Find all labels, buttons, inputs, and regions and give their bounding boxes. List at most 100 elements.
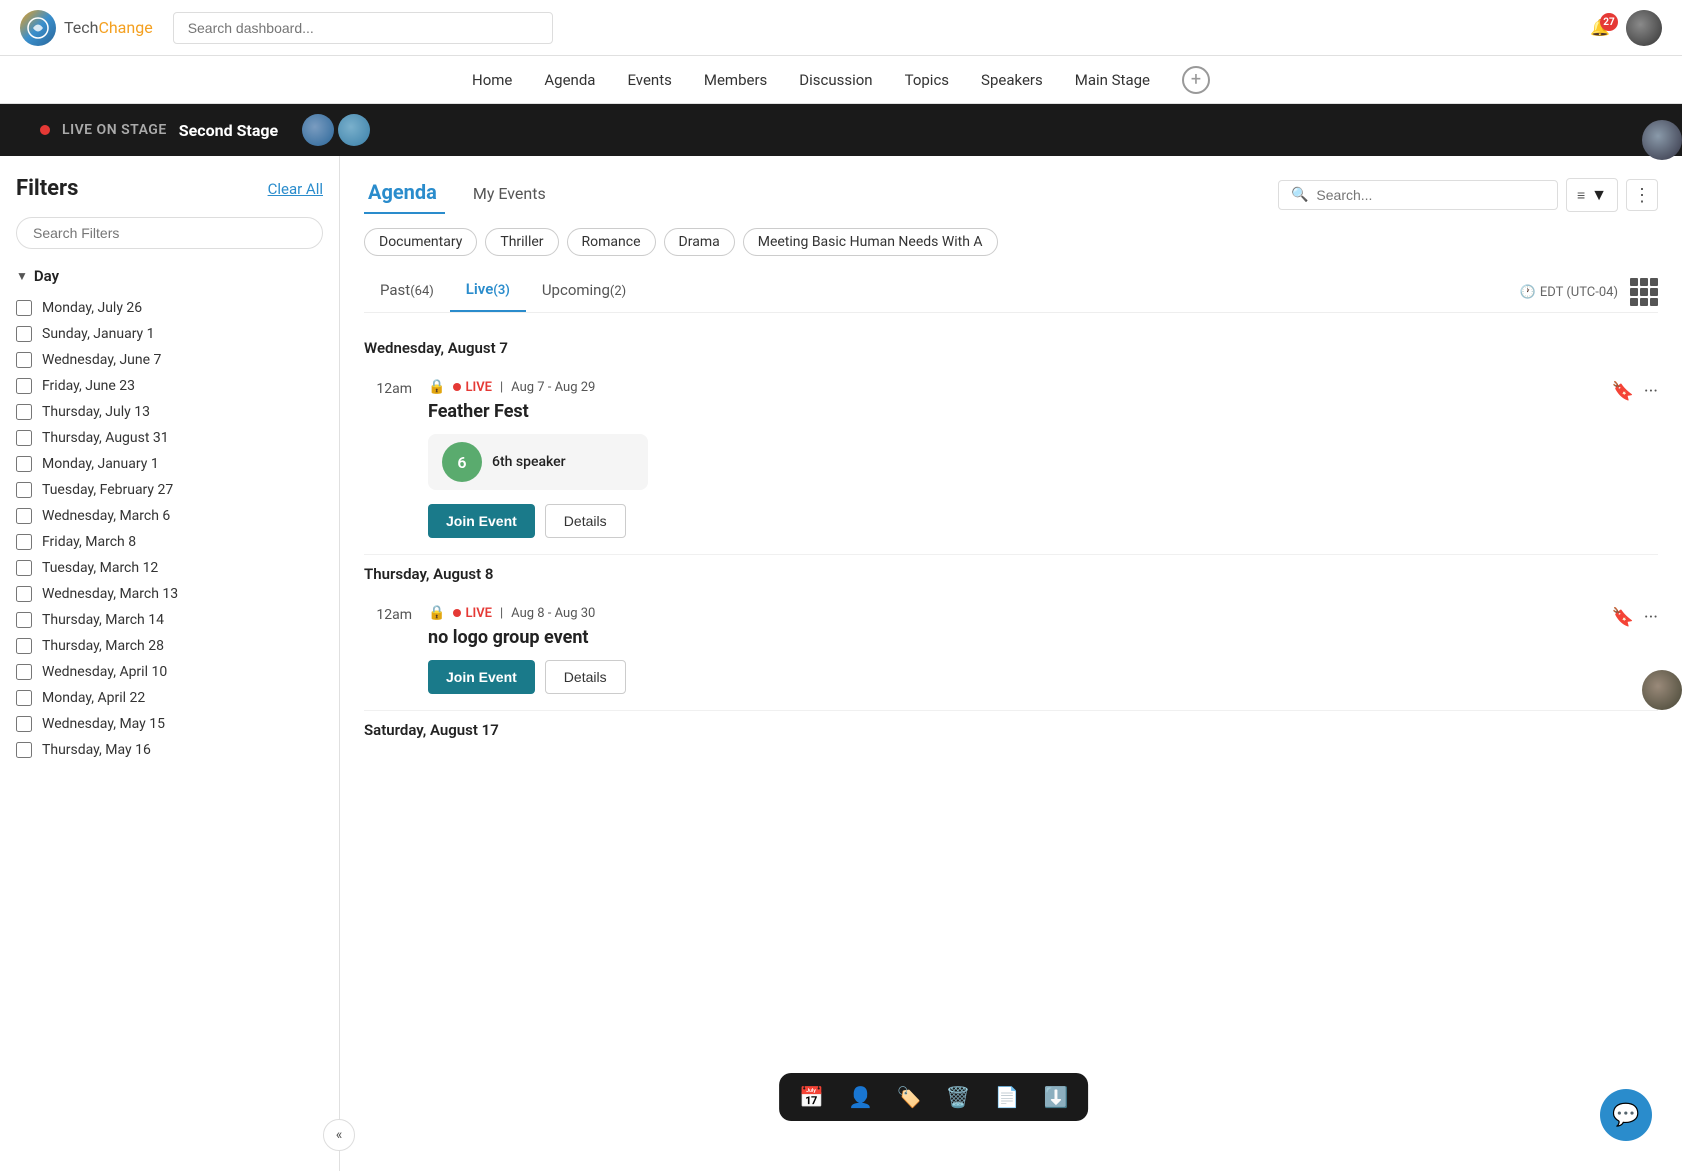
filter-day-10[interactable]: Tuesday, March 12 [16, 555, 323, 581]
logo[interactable]: TechChange [20, 10, 153, 46]
event-title-1: Feather Fest [428, 401, 1595, 422]
filter-day-3-checkbox[interactable] [16, 378, 32, 394]
agenda-search-input[interactable] [1316, 187, 1545, 203]
bookmark-icon-2[interactable]: 🔖 [1611, 607, 1633, 628]
filter-day-6[interactable]: Monday, January 1 [16, 451, 323, 477]
filter-day-9-label: Friday, March 8 [42, 534, 136, 550]
filter-day-11[interactable]: Wednesday, March 13 [16, 581, 323, 607]
date-header-aug7: Wednesday, August 7 [364, 329, 1658, 363]
event-time-2: 12am [364, 605, 412, 623]
more-options-button[interactable]: ⋮ [1626, 179, 1658, 211]
avatar[interactable] [1626, 10, 1662, 46]
stage-avatar-2[interactable] [338, 114, 370, 146]
more-options-1[interactable]: ··· [1644, 381, 1658, 402]
sidebar: Filters Clear All ▼ Day Monday, July 26 … [0, 156, 340, 1171]
nav-speakers[interactable]: Speakers [981, 71, 1043, 89]
filter-day-0-label: Monday, July 26 [42, 300, 142, 316]
filter-day-14[interactable]: Wednesday, April 10 [16, 659, 323, 685]
nav-home[interactable]: Home [472, 71, 512, 89]
clear-all-button[interactable]: Clear All [268, 180, 323, 198]
tag-documentary[interactable]: Documentary [364, 228, 477, 256]
toolbar-trash-icon[interactable]: 🗑️ [946, 1085, 971, 1109]
filter-day-16-checkbox[interactable] [16, 716, 32, 732]
search-filters-input[interactable] [16, 217, 323, 249]
stage-avatar-1[interactable] [302, 114, 334, 146]
filter-day-11-label: Wednesday, March 13 [42, 586, 178, 602]
filter-day-17[interactable]: Thursday, May 16 [16, 737, 323, 763]
filter-day-12-checkbox[interactable] [16, 612, 32, 628]
filter-day-1-label: Sunday, January 1 [42, 326, 155, 342]
filter-day-9-checkbox[interactable] [16, 534, 32, 550]
content-top: Agenda My Events 🔍 ≡ ▼ ⋮ [364, 176, 1658, 214]
filter-day-15-checkbox[interactable] [16, 690, 32, 706]
filter-day-10-checkbox[interactable] [16, 560, 32, 576]
filter-day-5-checkbox[interactable] [16, 430, 32, 446]
filter-day-17-checkbox[interactable] [16, 742, 32, 758]
filter-day-16[interactable]: Wednesday, May 15 [16, 711, 323, 737]
filter-day-7[interactable]: Tuesday, February 27 [16, 477, 323, 503]
filter-day-4[interactable]: Thursday, July 13 [16, 399, 323, 425]
details-button-1[interactable]: Details [545, 504, 626, 538]
filter-day-13-checkbox[interactable] [16, 638, 32, 654]
details-button-2[interactable]: Details [545, 660, 626, 694]
filter-day-5[interactable]: Thursday, August 31 [16, 425, 323, 451]
agenda-search-wrap: 🔍 [1278, 180, 1558, 210]
nav-members[interactable]: Members [704, 71, 767, 89]
filter-day-6-checkbox[interactable] [16, 456, 32, 472]
nav-events[interactable]: Events [627, 71, 671, 89]
filter-day-14-checkbox[interactable] [16, 664, 32, 680]
sidebar-collapse-button[interactable]: « [323, 1119, 355, 1151]
nav-discussion[interactable]: Discussion [799, 71, 872, 89]
toolbar-file-icon[interactable]: 📄 [995, 1085, 1020, 1109]
filter-day-3[interactable]: Friday, June 23 [16, 373, 323, 399]
live-count: (3) [493, 283, 510, 298]
tab-live[interactable]: Live(3) [450, 272, 526, 312]
join-event-button-2[interactable]: Join Event [428, 660, 535, 694]
filter-day-8[interactable]: Wednesday, March 6 [16, 503, 323, 529]
tag-thriller[interactable]: Thriller [485, 228, 558, 256]
filter-day-1[interactable]: Sunday, January 1 [16, 321, 323, 347]
more-options-2[interactable]: ··· [1644, 607, 1658, 628]
tab-agenda[interactable]: Agenda [364, 176, 445, 214]
filter-day-9[interactable]: Friday, March 8 [16, 529, 323, 555]
filter-day-11-checkbox[interactable] [16, 586, 32, 602]
tag-romance[interactable]: Romance [567, 228, 656, 256]
day-filter-label: Day [34, 267, 59, 285]
filter-day-0[interactable]: Monday, July 26 [16, 295, 323, 321]
filter-day-1-checkbox[interactable] [16, 326, 32, 342]
filter-day-0-checkbox[interactable] [16, 300, 32, 316]
toolbar-tag-icon[interactable]: 🏷️ [897, 1085, 922, 1109]
filter-day-2[interactable]: Wednesday, June 7 [16, 347, 323, 373]
nav-agenda[interactable]: Agenda [544, 71, 595, 89]
filter-day-7-checkbox[interactable] [16, 482, 32, 498]
toolbar-calendar-icon[interactable]: 📅 [799, 1085, 824, 1109]
search-input[interactable] [173, 12, 553, 44]
day-filter-section[interactable]: ▼ Day [16, 267, 323, 285]
filter-day-15[interactable]: Monday, April 22 [16, 685, 323, 711]
join-event-button-1[interactable]: Join Event [428, 504, 535, 538]
upcoming-count: (2) [610, 284, 626, 299]
toolbar-download-icon[interactable]: ⬇️ [1044, 1085, 1069, 1109]
nav-main-stage[interactable]: Main Stage [1075, 71, 1150, 89]
tab-my-events[interactable]: My Events [465, 180, 554, 211]
filter-day-8-checkbox[interactable] [16, 508, 32, 524]
tag-drama[interactable]: Drama [664, 228, 735, 256]
filter-day-4-checkbox[interactable] [16, 404, 32, 420]
timezone-label: 🕐 EDT (UTC-04) [1520, 285, 1618, 300]
nav-topics[interactable]: Topics [905, 71, 949, 89]
tab-past[interactable]: Past(64) [364, 273, 450, 311]
filter-day-13[interactable]: Thursday, March 28 [16, 633, 323, 659]
bookmark-icon-1[interactable]: 🔖 [1611, 381, 1633, 402]
view-toggle-button[interactable]: ≡ ▼ [1566, 178, 1618, 212]
clock-icon: 🕐 [1520, 285, 1536, 300]
filter-day-12[interactable]: Thursday, March 14 [16, 607, 323, 633]
grid-view-button[interactable] [1630, 278, 1658, 306]
toolbar-person-icon[interactable]: 👤 [848, 1085, 873, 1109]
notification-bell[interactable]: 🔔 27 [1590, 18, 1610, 37]
filter-day-2-checkbox[interactable] [16, 352, 32, 368]
tag-meeting[interactable]: Meeting Basic Human Needs With A [743, 228, 998, 256]
chat-button[interactable]: 💬 [1600, 1089, 1652, 1141]
tab-upcoming[interactable]: Upcoming(2) [526, 273, 642, 311]
add-nav-button[interactable]: + [1182, 66, 1210, 94]
tag-filters: Documentary Thriller Romance Drama Meeti… [364, 228, 1658, 256]
